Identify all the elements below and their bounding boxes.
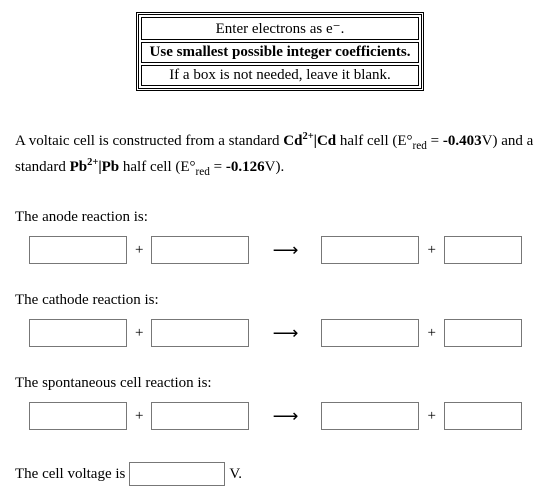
cathode-equation: + ⟶ + — [29, 319, 545, 347]
anode-label: The anode reaction is: — [15, 209, 545, 226]
voltage-row: The cell voltage is V. — [15, 462, 545, 486]
anode-equation: + ⟶ + — [29, 236, 545, 264]
plus-sign: + — [133, 242, 145, 259]
instruction-line-1: Enter electrons as e⁻. — [141, 17, 420, 40]
voltage-input[interactable] — [129, 462, 225, 486]
plus-sign: + — [425, 325, 437, 342]
voltage-label: The cell voltage is — [15, 466, 125, 483]
cathode-reactant-1[interactable] — [29, 319, 127, 347]
anode-reactant-2[interactable] — [151, 236, 249, 264]
voltage-unit: V. — [229, 466, 242, 483]
instruction-line-3: If a box is not needed, leave it blank. — [141, 65, 420, 86]
spont-reactant-1[interactable] — [29, 402, 127, 430]
instruction-line-2: Use smallest possible integer coefficien… — [141, 42, 420, 63]
arrow-icon: ⟶ — [273, 240, 299, 260]
plus-sign: + — [133, 408, 145, 425]
cathode-reactant-2[interactable] — [151, 319, 249, 347]
arrow-icon: ⟶ — [273, 323, 299, 343]
arrow-icon: ⟶ — [273, 406, 299, 426]
plus-sign: + — [425, 408, 437, 425]
spontaneous-equation: + ⟶ + — [29, 402, 545, 430]
instruction-box: Enter electrons as e⁻. Use smallest poss… — [136, 12, 425, 91]
cathode-product-1[interactable] — [321, 319, 419, 347]
spont-product-2[interactable] — [444, 402, 522, 430]
anode-product-2[interactable] — [444, 236, 522, 264]
cathode-product-2[interactable] — [444, 319, 522, 347]
problem-statement: A voltaic cell is constructed from a sta… — [15, 129, 545, 181]
plus-sign: + — [133, 325, 145, 342]
spont-product-1[interactable] — [321, 402, 419, 430]
anode-product-1[interactable] — [321, 236, 419, 264]
plus-sign: + — [425, 242, 437, 259]
spontaneous-label: The spontaneous cell reaction is: — [15, 375, 545, 392]
spont-reactant-2[interactable] — [151, 402, 249, 430]
anode-reactant-1[interactable] — [29, 236, 127, 264]
cathode-label: The cathode reaction is: — [15, 292, 545, 309]
